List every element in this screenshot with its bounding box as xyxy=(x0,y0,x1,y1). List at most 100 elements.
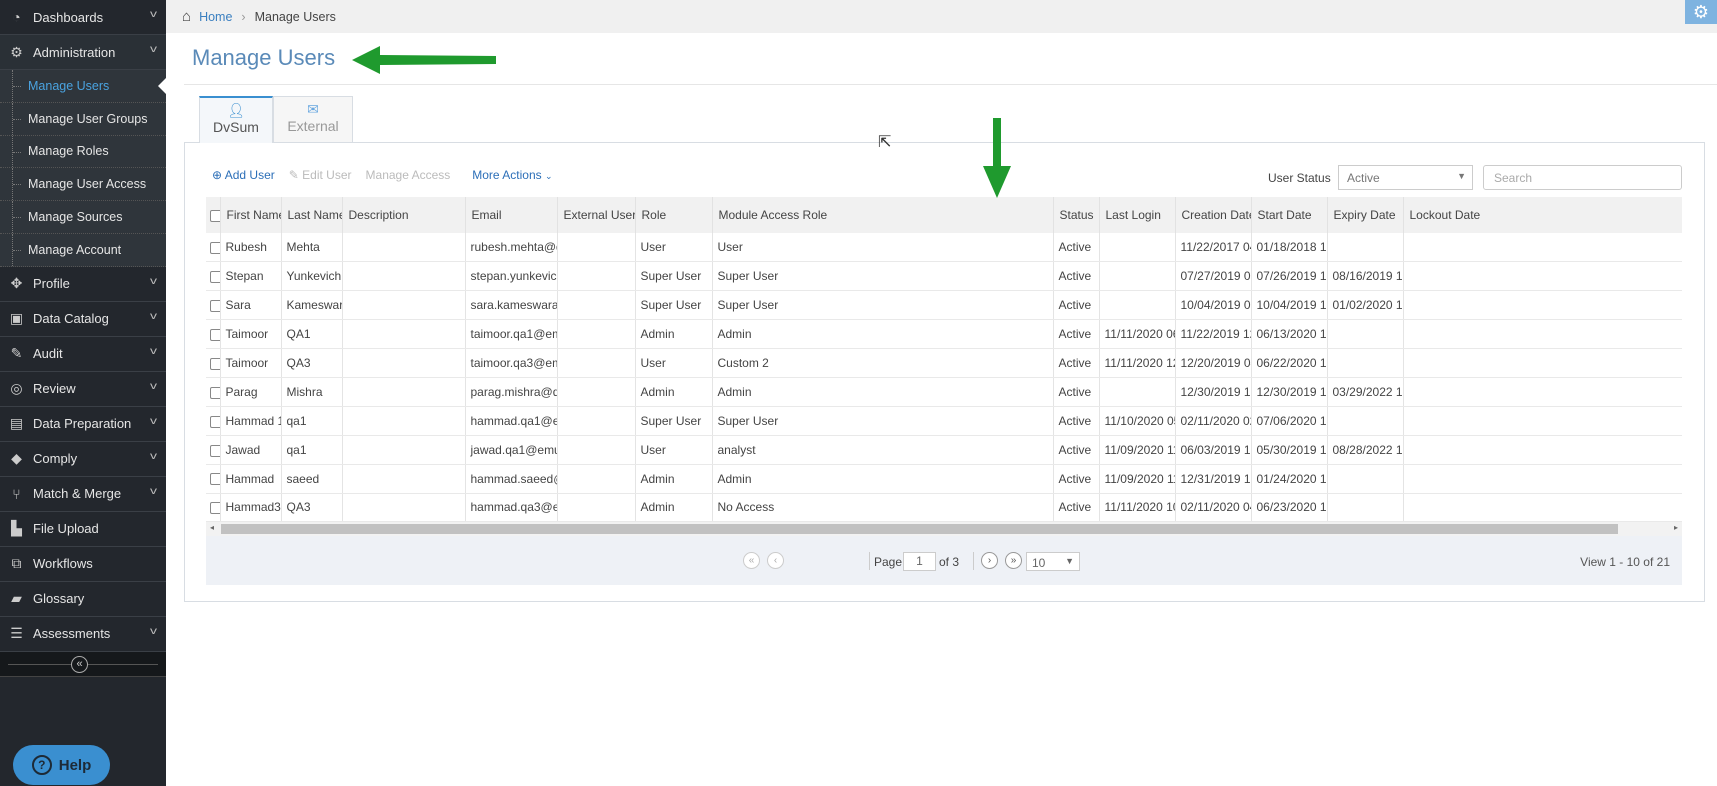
first-page-button[interactable]: « xyxy=(743,552,760,569)
column-header-role[interactable]: Role xyxy=(635,197,713,233)
table-row[interactable]: Hammad3QA3 hammad.qa3@emu... AdminNo Acces… xyxy=(206,493,1682,522)
column-header-description[interactable]: Description xyxy=(342,197,466,233)
cell-module-access-role: Super User xyxy=(712,406,1054,436)
sidebar-item-file-upload[interactable]: ▙ File Upload xyxy=(0,512,166,547)
table-row[interactable]: StepanYunkevich stepan.yunkevich@e... Supe… xyxy=(206,261,1682,292)
column-header-status[interactable]: Status xyxy=(1053,197,1100,233)
row-checkbox[interactable] xyxy=(206,377,221,407)
row-checkbox[interactable] xyxy=(206,493,221,522)
table-row[interactable]: SaraKameswaran sara.kameswaran@d... Super … xyxy=(206,290,1682,321)
sidebar-item-data-catalog[interactable]: ▣ Data Catalog v xyxy=(0,302,166,337)
chevron-down-icon: v xyxy=(150,450,157,462)
horizontal-scrollbar[interactable]: ◂ ▸ xyxy=(206,522,1682,536)
sidebar-item-review[interactable]: ◎ Review v xyxy=(0,372,166,407)
cell-module-access-role: Custom 2 xyxy=(712,348,1054,378)
cell-last-login xyxy=(1099,261,1176,292)
sidebar-item-assessments[interactable]: ☰ Assessments v xyxy=(0,617,166,652)
cell-external-userid xyxy=(557,348,636,378)
column-header-external-userid[interactable]: External UserId xyxy=(557,197,636,233)
cell-expiry-date xyxy=(1327,348,1404,378)
prev-page-button[interactable]: ‹ xyxy=(767,552,784,569)
column-header-expiry-date[interactable]: Expiry Date xyxy=(1327,197,1404,233)
search-input[interactable] xyxy=(1483,165,1682,190)
sidebar-item-manage-roles[interactable]: Manage Roles xyxy=(0,135,166,169)
row-checkbox[interactable] xyxy=(206,464,221,494)
assessment-icon: ☰ xyxy=(10,625,23,642)
row-checkbox[interactable] xyxy=(206,348,221,378)
tab-dvsum[interactable]: 👤︎ DvSum xyxy=(199,96,273,143)
sidebar-item-workflows[interactable]: ⧉ Workflows xyxy=(0,547,166,582)
table-row[interactable]: TaimoorQA1taimoor.qa1@emum...AdminAdminA… xyxy=(206,319,1682,350)
sidebar-item-manage-account[interactable]: Manage Account xyxy=(0,233,166,267)
sidebar-item-match-merge[interactable]: ⑂ Match & Merge v xyxy=(0,477,166,512)
sidebar-item-manage-user-groups[interactable]: Manage User Groups xyxy=(0,102,166,136)
sidebar-item-manage-sources[interactable]: Manage Sources xyxy=(0,201,166,234)
annotation-arrow-down xyxy=(983,118,1011,198)
table-row[interactable]: RubeshMehtarubesh.mehta@dvsu...UserUserA… xyxy=(206,233,1682,263)
sidebar-item-manage-users[interactable]: Manage Users xyxy=(0,70,166,103)
page-size-select[interactable]: 10 ▼ xyxy=(1026,552,1080,571)
cell-role: User xyxy=(635,435,713,465)
table-row[interactable]: Jawadqa1 jawad.qa1@emumba... UseranalystAc… xyxy=(206,435,1682,465)
row-checkbox[interactable] xyxy=(206,319,221,350)
next-page-button[interactable]: › xyxy=(981,552,998,569)
pencil-icon: ✎ xyxy=(288,168,299,182)
row-checkbox[interactable] xyxy=(206,261,221,292)
column-header-last-name[interactable]: Last Name xyxy=(281,197,343,233)
scroll-right-icon[interactable]: ▸ xyxy=(1674,523,1678,532)
sidebar-item-audit[interactable]: ✎ Audit v xyxy=(0,337,166,372)
cell-status: Active xyxy=(1053,261,1100,292)
scroll-left-icon[interactable]: ◂ xyxy=(210,523,214,532)
scrollbar-thumb[interactable] xyxy=(221,524,1618,534)
annotation-arrow-left xyxy=(352,46,496,74)
more-actions-dropdown[interactable]: More Actions ⌄ xyxy=(472,168,552,182)
breadcrumb: ⌂ Home › Manage Users xyxy=(166,0,1717,33)
add-user-button[interactable]: ⊕ Add User xyxy=(212,168,275,182)
sidebar-item-profile[interactable]: ✥ Profile v xyxy=(0,267,166,302)
column-header-lockout-date[interactable]: Lockout Date xyxy=(1403,197,1682,233)
table-row[interactable]: TaimoorQA3 taimoor.qa3@emum... UserCustom … xyxy=(206,348,1682,378)
table-row[interactable]: Hammad 1qa1 hammad.qa1@emu... Super UserSu… xyxy=(206,406,1682,436)
edit-user-button[interactable]: ✎ Edit User xyxy=(289,168,352,182)
column-header-start-date[interactable]: Start Date xyxy=(1251,197,1328,233)
cell-lockout-date xyxy=(1403,493,1682,522)
last-page-button[interactable]: » xyxy=(1005,552,1022,569)
chevron-down-icon: v xyxy=(150,625,157,637)
cell-start-date: 07/06/2020 12:0... xyxy=(1251,406,1328,436)
pagination: « ‹ Page 1 of 3 › » 10 ▼ View 1 - 10 of 2… xyxy=(206,536,1682,585)
home-icon[interactable]: ⌂ xyxy=(182,8,191,25)
column-header-module-access-role[interactable]: Module Access Role xyxy=(712,197,1054,233)
row-checkbox[interactable] xyxy=(206,290,221,321)
cell-status: Active xyxy=(1053,319,1100,350)
collapse-sidebar-button[interactable]: « xyxy=(71,655,88,673)
cell-external-userid xyxy=(557,464,636,494)
sidebar-item-manage-user-access[interactable]: Manage User Access xyxy=(0,168,166,202)
sidebar-item-dashboards[interactable]: ◔ Dashboards v xyxy=(0,0,166,35)
sidebar-item-data-preparation[interactable]: ▤ Data Preparation v xyxy=(0,407,166,442)
breadcrumb-home[interactable]: Home xyxy=(199,10,232,24)
row-checkbox[interactable] xyxy=(206,435,221,465)
cell-external-userid xyxy=(557,261,636,292)
manage-access-button[interactable]: Manage Access xyxy=(366,168,451,182)
row-checkbox[interactable] xyxy=(206,406,221,436)
user-status-select[interactable]: Active ▼ xyxy=(1338,165,1473,190)
row-checkbox[interactable] xyxy=(206,233,221,263)
settings-gear-icon[interactable]: ⚙ xyxy=(1685,0,1717,24)
cell-description xyxy=(342,377,466,407)
table-row[interactable]: Hammadsaeedhammad.saeed@em...AdminAdminA… xyxy=(206,464,1682,494)
column-header-creation-date[interactable]: Creation Date xyxy=(1175,197,1252,233)
sidebar-item-administration[interactable]: ⚙ Administration v xyxy=(0,35,166,70)
column-header-first-name[interactable]: First Name xyxy=(220,197,282,233)
tab-external[interactable]: ✉ External xyxy=(273,96,353,143)
cell-lockout-date xyxy=(1403,435,1682,465)
table-row[interactable]: ParagMishra parag.mishra@dvsu... AdminAdmi… xyxy=(206,377,1682,407)
sidebar-item-comply[interactable]: ◆ Comply v xyxy=(0,442,166,477)
cell-description xyxy=(342,493,466,522)
select-all-checkbox[interactable] xyxy=(206,197,221,233)
help-button[interactable]: ? Help xyxy=(13,745,110,785)
column-header-email[interactable]: Email xyxy=(465,197,558,233)
page-number-input[interactable]: 1 xyxy=(903,552,936,571)
sidebar-item-glossary[interactable]: ▰ Glossary xyxy=(0,582,166,617)
column-header-last-login[interactable]: Last Login xyxy=(1099,197,1176,233)
cell-first-name: Jawad xyxy=(220,435,282,465)
